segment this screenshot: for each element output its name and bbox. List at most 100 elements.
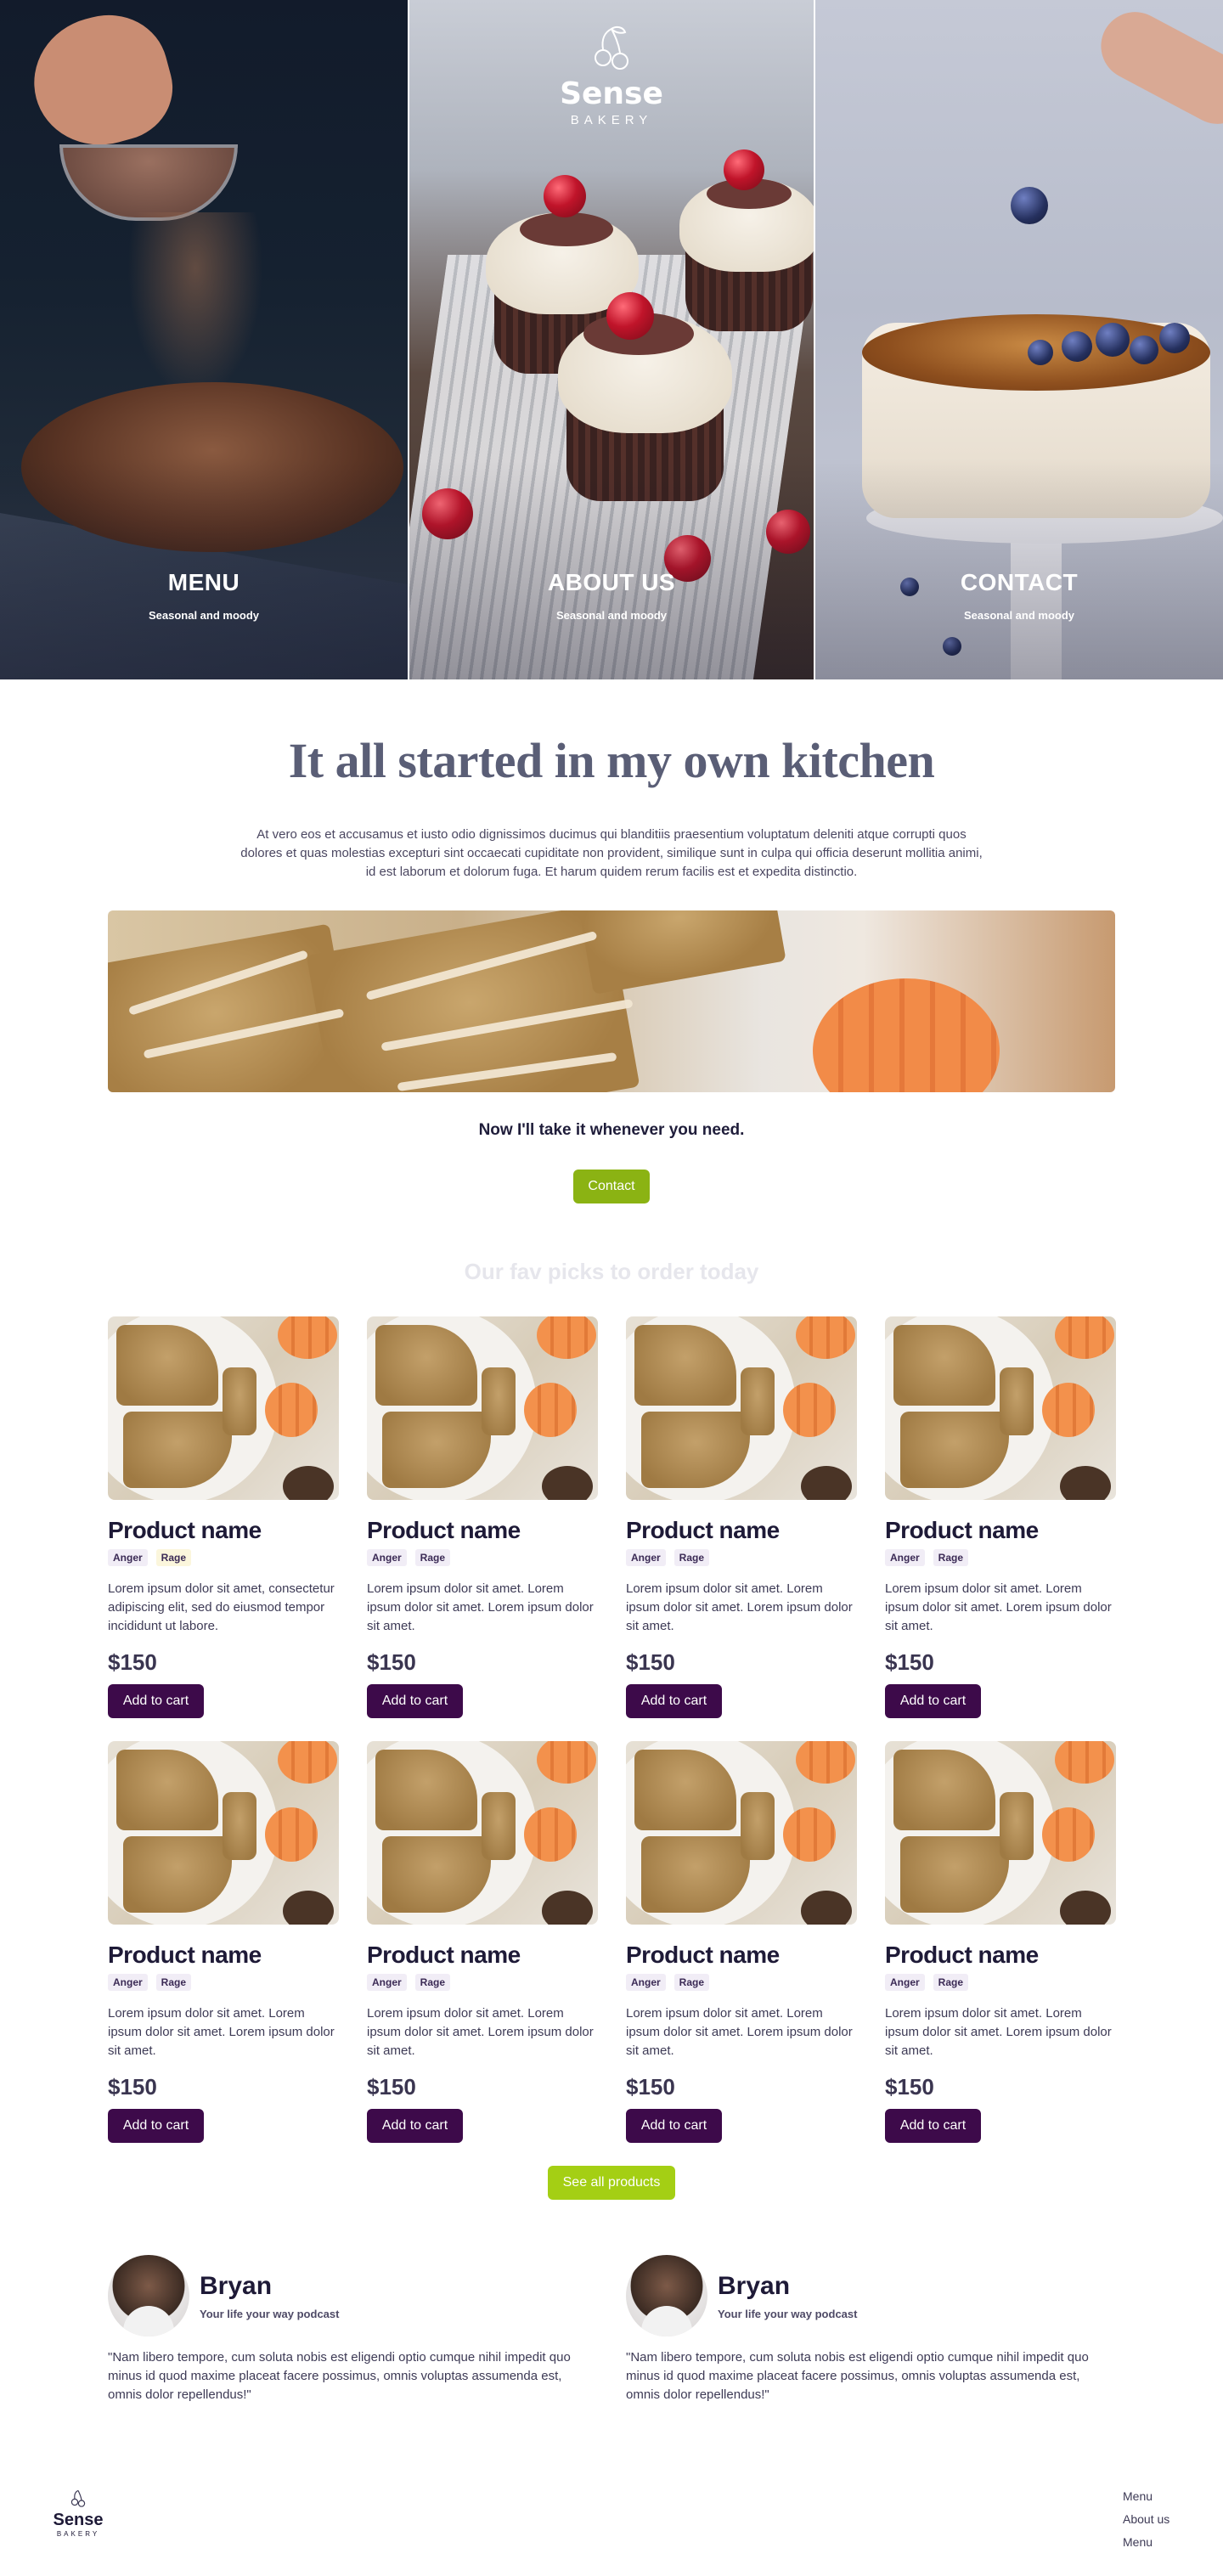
contact-button[interactable]: Contact [573,1170,650,1203]
pumpkin-icon [1042,1807,1095,1862]
product-tags: Anger Rage [885,1549,1116,1566]
product-price: $150 [626,2074,675,2100]
blueberry-icon [1130,335,1158,364]
testimonial-author: Bryan Your life your way podcast [718,2272,857,2320]
intro-title: It all started in my own kitchen [288,733,935,788]
footer-link-menu[interactable]: Menu [1123,2485,1169,2508]
product-tag: Rage [155,1974,192,1991]
pinecone-icon [801,1891,852,1925]
product-image[interactable] [367,1741,598,1925]
add-to-cart-button[interactable]: Add to cart [626,2109,722,2143]
product-price: $150 [626,1649,675,1675]
product-tags: Anger Rage [108,1974,339,1991]
pinecone-icon [1060,1466,1111,1500]
footer-logo-name: Sense [53,2511,104,2529]
product-image[interactable] [885,1316,1116,1500]
add-to-cart-button[interactable]: Add to cart [626,1684,722,1718]
testimonial-quote: "Nam libero tempore, cum soluta nobis es… [626,2350,1089,2402]
product-name[interactable]: Product name [626,1942,857,1969]
footer-link-about[interactable]: About us [1123,2508,1169,2531]
testimonial-header: Bryan Your life your way podcast [108,2255,592,2336]
product-image[interactable] [885,1741,1116,1925]
hero-panel-contact[interactable]: CONTACT Seasonal and moody [815,0,1223,679]
pinecone-icon [542,1466,593,1500]
product-card: Product name Anger Rage Lorem ipsum dolor s… [885,1741,1116,2143]
scone-wedge [741,1367,775,1435]
product-card: Product name Anger Rage Lorem ipsum dolor s… [108,1741,339,2143]
product-description: Lorem ipsum dolor sit amet. Lorem ipsum … [367,1581,594,1633]
product-price: $150 [367,1649,416,1675]
pinecone-icon [283,1891,334,1925]
scone-wedge [223,1367,256,1435]
product-price: $150 [108,1649,157,1675]
product-image[interactable] [367,1316,598,1500]
pumpkin-icon [265,1383,318,1437]
product-image[interactable] [108,1316,339,1500]
testimonial-card: Bryan Your life your way podcast "Nam li… [626,2255,1110,2404]
avatar [626,2255,707,2336]
intro-text: At vero eos et accusamus et iusto odio d… [240,827,983,879]
panel-title-menu[interactable]: MENU [0,569,408,596]
product-name[interactable]: Product name [885,1517,1116,1544]
product-card: Product name Anger Rage Lorem ipsum dolor s… [885,1316,1116,1718]
pinecone-icon [801,1466,852,1500]
product-name[interactable]: Product name [108,1942,339,1969]
footer-logo[interactable]: Sense BAKERY [53,2489,104,2538]
add-to-cart-button[interactable]: Add to cart [367,2109,463,2143]
panel-title-about[interactable]: ABOUT US [409,569,814,596]
product-name[interactable]: Product name [367,1942,598,1969]
hero-panel-about[interactable]: Sense BAKERY ABOUT US Seasonal and moody [408,0,815,679]
blueberry-icon [1096,323,1130,357]
product-card: Product name Anger Rage Lorem ipsum dolor s… [367,1741,598,2143]
product-name[interactable]: Product name [626,1517,857,1544]
footer-link-menu-2[interactable]: Menu [1123,2531,1169,2554]
pumpkin-icon [524,1807,577,1862]
product-description: Lorem ipsum dolor sit amet. Lorem ipsum … [885,1581,1112,1633]
add-to-cart-button[interactable]: Add to cart [108,2109,204,2143]
panel-title-contact[interactable]: CONTACT [815,569,1223,596]
product-image[interactable] [626,1316,857,1500]
hero-panel-menu[interactable]: MENU Seasonal and moody [0,0,408,679]
product-tags: Anger Rage [108,1549,339,1566]
cherry-icon [724,149,764,190]
testimonial-header: Bryan Your life your way podcast [626,2255,1110,2336]
pumpkin-icon [278,1316,337,1359]
scone-wedge [482,1792,516,1860]
see-all-products-button[interactable]: See all products [548,2166,675,2200]
site-logo[interactable]: Sense BAKERY [409,24,814,127]
product-name[interactable]: Product name [885,1942,1116,1969]
scone-wedge [223,1792,256,1860]
sieve-image [59,144,238,221]
blueberry-icon [1028,340,1053,365]
product-description: Lorem ipsum dolor sit amet. Lorem ipsum … [367,2006,594,2058]
product-image[interactable] [626,1741,857,1925]
testimonial-quote: "Nam libero tempore, cum soluta nobis es… [108,2350,571,2402]
pumpkin-icon [265,1807,318,1862]
product-tag: Rage [155,1549,192,1566]
product-tag: Anger [626,1974,666,1991]
product-name[interactable]: Product name [108,1517,339,1544]
footer-logo-tagline: BAKERY [56,2530,100,2538]
add-to-cart-button[interactable]: Add to cart [885,2109,981,2143]
add-to-cart-button[interactable]: Add to cart [885,1684,981,1718]
footer-nav: Menu About us Menu [1123,2485,1169,2554]
product-name[interactable]: Product name [367,1517,598,1544]
panel-subtitle-about: Seasonal and moody [555,609,668,622]
product-tags: Anger Rage [626,1549,857,1566]
product-tag: Rage [933,1974,969,1991]
avatar-shirt [641,2306,692,2336]
product-tag: Anger [367,1974,407,1991]
product-tag: Anger [108,1549,148,1566]
scone-shape [576,910,786,995]
product-image[interactable] [108,1741,339,1925]
panel-subtitle-menu: Seasonal and moody [148,609,260,622]
add-to-cart-button[interactable]: Add to cart [108,1684,204,1718]
logo-name: Sense [560,76,663,111]
testimonial-role: Your life your way podcast [200,2307,340,2320]
cta-text: Now I'll take it whenever you need. [478,1121,745,1139]
pinecone-icon [542,1891,593,1925]
pumpkin-image [813,978,1000,1092]
avatar-shirt [123,2306,174,2336]
add-to-cart-button[interactable]: Add to cart [367,1684,463,1718]
scone-wedge [741,1792,775,1860]
